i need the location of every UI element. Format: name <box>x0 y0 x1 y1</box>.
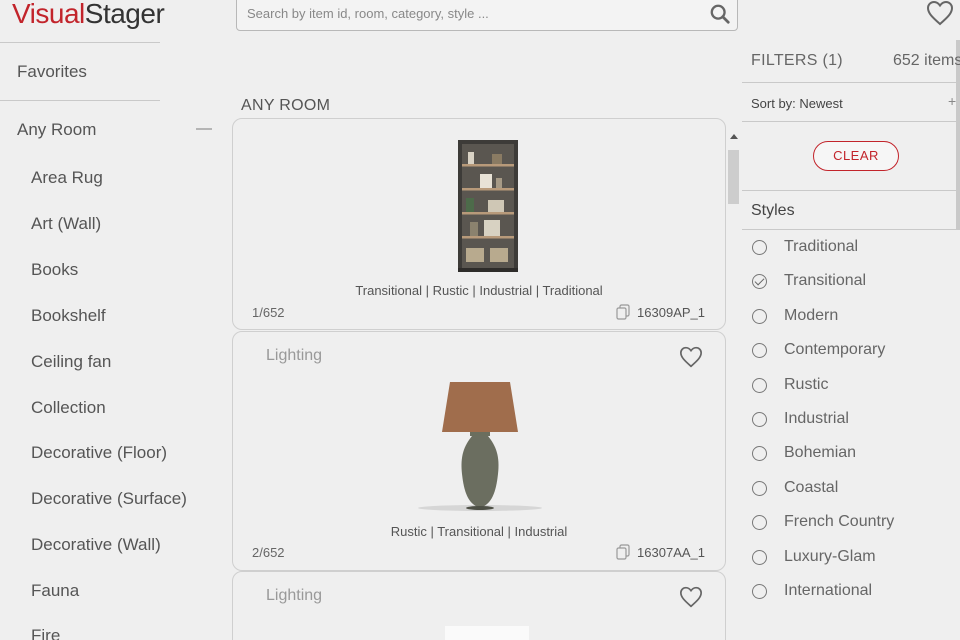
radio-icon[interactable] <box>752 308 767 324</box>
sidebar-item-decorative-floor[interactable]: Decorative (Floor) <box>31 443 167 463</box>
sort-expand-icon[interactable]: + <box>948 93 956 109</box>
item-sku[interactable]: 16307AA_1 <box>615 544 705 560</box>
sidebar-item-collection[interactable]: Collection <box>31 398 106 418</box>
sidebar-item-ceiling-fan[interactable]: Ceiling fan <box>31 352 111 372</box>
product-image-placeholder <box>445 626 529 640</box>
filter-divider <box>742 229 960 230</box>
clear-filters-button[interactable]: CLEAR <box>813 141 899 171</box>
category-sidebar: Favorites Any Room Area Rug Art (Wall) B… <box>0 42 220 640</box>
section-title: ANY ROOM <box>241 97 331 114</box>
filter-divider <box>742 82 960 83</box>
search-icon[interactable] <box>709 3 731 25</box>
sidebar-item-any-room[interactable]: Any Room <box>17 120 96 140</box>
style-option-international[interactable]: International <box>752 582 872 600</box>
scroll-thumb[interactable] <box>728 150 739 204</box>
sidebar-item-favorites[interactable]: Favorites <box>17 62 87 82</box>
style-option-contemporary[interactable]: Contemporary <box>752 341 885 359</box>
item-index: 1/652 <box>252 305 285 320</box>
sidebar-divider <box>0 100 160 101</box>
style-option-traditional[interactable]: Traditional <box>752 238 858 256</box>
copy-icon[interactable] <box>615 544 631 560</box>
filter-panel: FILTERS (1) 652 items Sort by: Newest + … <box>742 40 960 640</box>
copy-icon[interactable] <box>615 304 631 320</box>
favorites-heart-icon[interactable] <box>926 0 954 26</box>
card-category: Lighting <box>266 347 323 364</box>
style-tags: Rustic | Transitional | Industrial <box>390 524 568 539</box>
sku-label: 16309AP_1 <box>637 304 705 320</box>
style-option-coastal[interactable]: Coastal <box>752 479 838 497</box>
search-input[interactable] <box>237 0 737 30</box>
styles-heading: Styles <box>751 202 795 219</box>
visualstager-app: VisualStager Favorites Any Room Area Rug… <box>0 0 960 640</box>
style-label: Industrial <box>784 410 849 427</box>
style-label: Rustic <box>784 376 829 393</box>
sidebar-item-decorative-surface[interactable]: Decorative (Surface) <box>31 489 187 509</box>
sidebar-item-fauna[interactable]: Fauna <box>31 581 79 601</box>
search-box <box>236 0 738 31</box>
table-lamp-image <box>418 382 542 511</box>
radio-icon[interactable] <box>752 514 767 530</box>
item-sku[interactable]: 16309AP_1 <box>615 304 705 320</box>
radio-icon[interactable] <box>752 411 767 427</box>
style-option-luxury-glam[interactable]: Luxury-Glam <box>752 548 876 566</box>
filters-title: FILTERS (1) <box>751 52 843 69</box>
sidebar-item-art-wall[interactable]: Art (Wall) <box>31 214 101 234</box>
style-option-french-country[interactable]: French Country <box>752 513 894 531</box>
style-label: International <box>784 582 873 599</box>
style-option-modern[interactable]: Modern <box>752 307 838 325</box>
logo-visual: Visual <box>12 0 85 29</box>
style-option-rustic[interactable]: Rustic <box>752 376 828 394</box>
scroll-up-arrow-icon[interactable] <box>730 134 738 139</box>
sidebar-divider <box>0 42 160 43</box>
style-option-industrial[interactable]: Industrial <box>752 410 849 428</box>
results-count: 652 items <box>893 52 960 69</box>
sidebar-item-books[interactable]: Books <box>31 260 78 280</box>
bookshelf-image <box>458 140 518 272</box>
style-label: Traditional <box>784 238 859 255</box>
card-category: Lighting <box>266 587 323 604</box>
style-option-bohemian[interactable]: Bohemian <box>752 444 856 462</box>
heart-icon[interactable] <box>679 346 703 368</box>
style-label: Modern <box>784 307 839 324</box>
sidebar-item-fire[interactable]: Fire <box>31 626 60 640</box>
collapse-minus-icon[interactable] <box>196 128 212 130</box>
style-label: French Country <box>784 513 895 530</box>
item-index: 2/652 <box>252 545 285 560</box>
product-card[interactable]: Lighting <box>232 571 726 640</box>
style-label: Contemporary <box>784 341 886 358</box>
results-scrollbar[interactable] <box>727 130 741 640</box>
radio-icon[interactable] <box>752 377 767 393</box>
sidebar-item-decorative-wall[interactable]: Decorative (Wall) <box>31 535 161 555</box>
style-option-transitional[interactable]: Transitional <box>752 272 866 290</box>
sidebar-item-area-rug[interactable]: Area Rug <box>31 168 103 188</box>
logo-stager: Stager <box>84 0 165 29</box>
radio-checked-icon[interactable] <box>752 273 767 289</box>
radio-icon[interactable] <box>752 342 767 358</box>
product-card[interactable]: Transitional | Rustic | Industrial | Tra… <box>232 118 726 330</box>
radio-icon[interactable] <box>752 239 767 255</box>
style-label: Transitional <box>784 272 867 289</box>
sku-label: 16307AA_1 <box>637 544 705 560</box>
radio-icon[interactable] <box>752 549 767 565</box>
style-label: Luxury-Glam <box>784 548 876 565</box>
product-card[interactable]: Lighting Rustic | Transitional | Industr… <box>232 331 726 571</box>
filter-divider <box>742 121 956 122</box>
filter-divider <box>742 190 960 191</box>
heart-icon[interactable] <box>679 586 703 608</box>
radio-icon[interactable] <box>752 480 767 496</box>
radio-icon[interactable] <box>752 583 767 599</box>
sidebar-item-bookshelf[interactable]: Bookshelf <box>31 306 106 326</box>
style-label: Bohemian <box>784 444 857 461</box>
radio-icon[interactable] <box>752 445 767 461</box>
visualstager-logo[interactable]: VisualStager <box>12 0 165 30</box>
style-label: Coastal <box>784 479 839 496</box>
sort-dropdown[interactable]: Sort by: Newest <box>751 96 843 111</box>
style-tags: Transitional | Rustic | Industrial | Tra… <box>355 283 603 298</box>
